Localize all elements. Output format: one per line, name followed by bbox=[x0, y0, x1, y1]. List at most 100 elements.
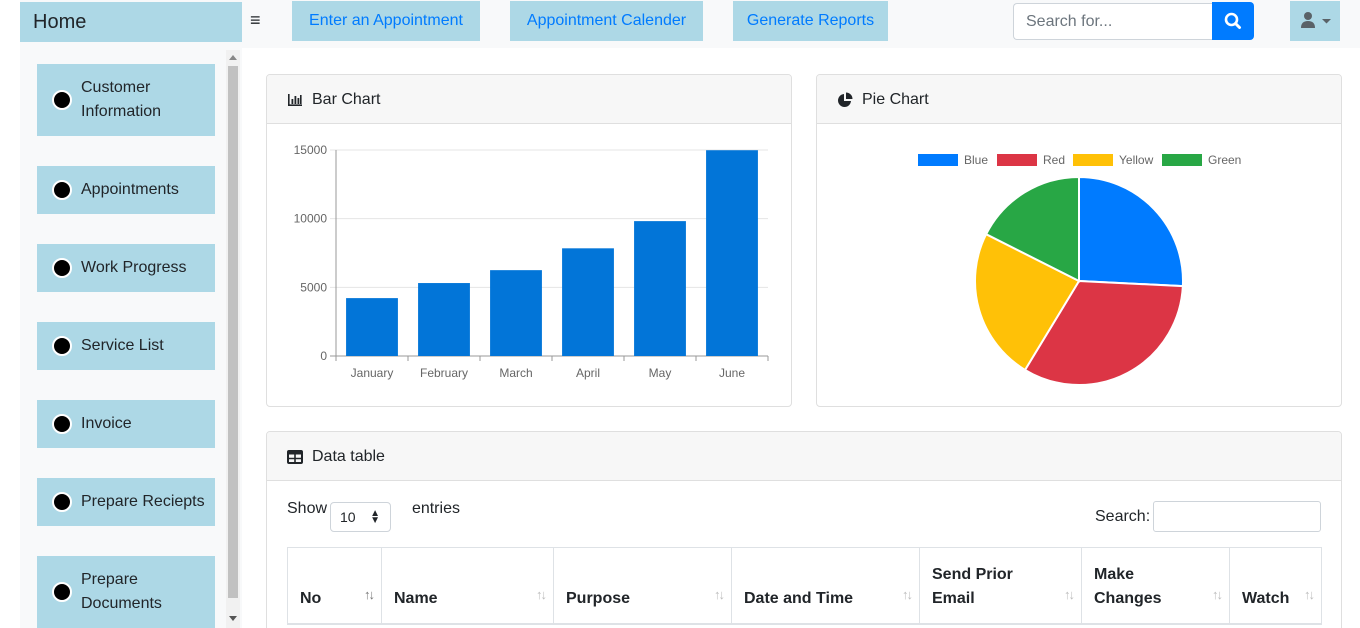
appointments-table: No ↑↓ Name ↑↓ Purpose ↑↓ Date and Time ↑… bbox=[287, 547, 1322, 625]
x-tick-label: May bbox=[649, 366, 672, 380]
search-icon bbox=[1224, 12, 1241, 29]
column-header-send-prior-email[interactable]: Send Prior Email ↑↓ bbox=[919, 547, 1082, 625]
table-search-input[interactable] bbox=[1153, 501, 1321, 532]
search-button[interactable] bbox=[1212, 2, 1254, 40]
x-tick-label: April bbox=[576, 366, 600, 380]
sort-icon: ↑↓ bbox=[1212, 586, 1223, 602]
pie-chart-card: Pie Chart Blue Red Yellow Green bbox=[816, 74, 1342, 407]
entries-label: entries bbox=[411, 500, 460, 517]
bullet-icon bbox=[52, 180, 72, 200]
bar-january bbox=[346, 298, 398, 356]
y-tick-label: 10000 bbox=[294, 212, 328, 226]
y-tick-label: 5000 bbox=[300, 280, 327, 294]
column-header-no[interactable]: No ↑↓ bbox=[287, 547, 382, 625]
sidebar-item-invoice[interactable]: Invoice bbox=[37, 400, 215, 448]
legend-swatch-red bbox=[997, 154, 1037, 166]
sidebar-item-work-progress[interactable]: Work Progress bbox=[37, 244, 215, 292]
bar-february bbox=[418, 283, 470, 356]
user-menu-button[interactable] bbox=[1290, 1, 1340, 41]
bullet-icon bbox=[52, 336, 72, 356]
column-header-purpose[interactable]: Purpose ↑↓ bbox=[553, 547, 732, 625]
select-caret-icon: ▲ ▼ bbox=[370, 508, 380, 526]
brand-home[interactable]: Home bbox=[20, 2, 242, 42]
sidebar-item-label: Documents bbox=[81, 595, 162, 612]
top-navbar: Home ≡ Enter an Appointment Appointment … bbox=[20, 0, 1360, 48]
sidebar-item-label: Prepare Reciepts bbox=[81, 493, 205, 510]
card-title: Bar Chart bbox=[312, 91, 381, 108]
table-search-label: Search: bbox=[1095, 508, 1151, 525]
legend-label: Green bbox=[1208, 153, 1241, 167]
scroll-up-arrow-icon[interactable] bbox=[229, 55, 237, 60]
legend-label: Blue bbox=[964, 153, 988, 167]
search-input[interactable] bbox=[1013, 3, 1213, 40]
bullet-icon bbox=[52, 492, 72, 512]
legend-swatch-green bbox=[1162, 154, 1202, 166]
x-tick-label: January bbox=[351, 366, 394, 380]
table-icon bbox=[287, 450, 303, 464]
entries-length-select[interactable]: 10 ▲ ▼ bbox=[330, 502, 391, 532]
sidebar-item-label: Invoice bbox=[81, 415, 132, 432]
sidebar-item-prepare-receipts[interactable]: Prepare Reciepts bbox=[37, 478, 215, 526]
sidebar-item-service-list[interactable]: Service List bbox=[37, 322, 215, 370]
card-title: Data table bbox=[312, 448, 385, 465]
sidebar-item-prepare-documents[interactable]: Prepare Documents bbox=[37, 556, 215, 628]
bar-chart-icon bbox=[288, 94, 302, 106]
card-title: Pie Chart bbox=[862, 91, 929, 108]
column-header-date-time[interactable]: Date and Time ↑↓ bbox=[731, 547, 920, 625]
pie-chart-header: Pie Chart bbox=[817, 75, 1341, 124]
pie-slice-blue bbox=[1078, 175, 1184, 288]
scroll-down-arrow-icon[interactable] bbox=[229, 616, 237, 621]
legend-label: Yellow bbox=[1119, 153, 1154, 167]
nav-appointment-calendar[interactable]: Appointment Calender bbox=[510, 1, 703, 41]
bullet-icon bbox=[52, 414, 72, 434]
bar-june bbox=[706, 150, 758, 356]
column-header-watch[interactable]: Watch ↑↓ bbox=[1229, 547, 1322, 625]
entries-length-value: 10 bbox=[340, 509, 356, 525]
sidebar-item-customer-information[interactable]: Customer Information bbox=[37, 64, 215, 136]
bar-april bbox=[562, 248, 614, 356]
x-tick-label: June bbox=[719, 366, 745, 380]
data-table-card: Data table Show entries 10 ▲ ▼ Search: No… bbox=[266, 431, 1342, 628]
column-header-name[interactable]: Name ↑↓ bbox=[381, 547, 554, 625]
bar-march bbox=[490, 270, 542, 356]
bullet-icon bbox=[52, 582, 72, 602]
bar-chart-card: Bar Chart 0 5000 10000 15000 January February… bbox=[266, 74, 792, 407]
sidebar: Customer Information Appointments Work Pr… bbox=[20, 48, 242, 628]
pie-chart: Blue Red Yellow Green bbox=[918, 153, 1241, 386]
sort-icon: ↑↓ bbox=[1064, 586, 1075, 602]
sort-icon: ↑↓ bbox=[536, 586, 547, 602]
sidebar-item-label: Customer bbox=[81, 79, 151, 96]
sidebar-item-label: Appointments bbox=[81, 181, 179, 198]
legend-swatch-blue bbox=[918, 154, 958, 166]
sidebar-item-label: Work Progress bbox=[81, 259, 187, 276]
x-tick-label: March bbox=[499, 366, 532, 380]
sort-icon: ↑↓ bbox=[1304, 586, 1315, 602]
sidebar-scrollbar[interactable] bbox=[226, 50, 240, 628]
sidebar-item-label: Information bbox=[81, 103, 162, 120]
legend-label: Red bbox=[1043, 153, 1065, 167]
y-tick-label: 0 bbox=[320, 349, 327, 363]
sort-icon: ↑↓ bbox=[902, 586, 913, 602]
bullet-icon bbox=[52, 90, 72, 110]
x-tick-label: February bbox=[420, 366, 468, 380]
y-tick-label: 15000 bbox=[294, 143, 328, 157]
pie-chart-icon bbox=[838, 92, 853, 107]
sidebar-item-label: Service List bbox=[81, 337, 164, 354]
nav-generate-reports[interactable]: Generate Reports bbox=[733, 1, 888, 41]
show-label: Show bbox=[287, 500, 328, 517]
hamburger-icon[interactable]: ≡ bbox=[250, 10, 264, 30]
data-table-header: Data table bbox=[267, 432, 1341, 481]
bullet-icon bbox=[52, 258, 72, 278]
nav-enter-appointment[interactable]: Enter an Appointment bbox=[292, 1, 480, 41]
sidebar-item-appointments[interactable]: Appointments bbox=[37, 166, 215, 214]
sort-icon: ↑↓ bbox=[714, 586, 725, 602]
bar-chart-header: Bar Chart bbox=[267, 75, 791, 124]
bar-may bbox=[634, 221, 686, 356]
sort-icon: ↑↓ bbox=[364, 586, 375, 602]
sidebar-item-label: Prepare bbox=[81, 571, 138, 588]
scrollbar-thumb[interactable] bbox=[228, 66, 238, 598]
legend-swatch-yellow bbox=[1073, 154, 1113, 166]
column-header-make-changes[interactable]: Make Changes ↑↓ bbox=[1081, 547, 1230, 625]
chevron-down-icon bbox=[1322, 19, 1331, 24]
bar-chart: 0 5000 10000 15000 January February March April… bbox=[294, 143, 769, 380]
